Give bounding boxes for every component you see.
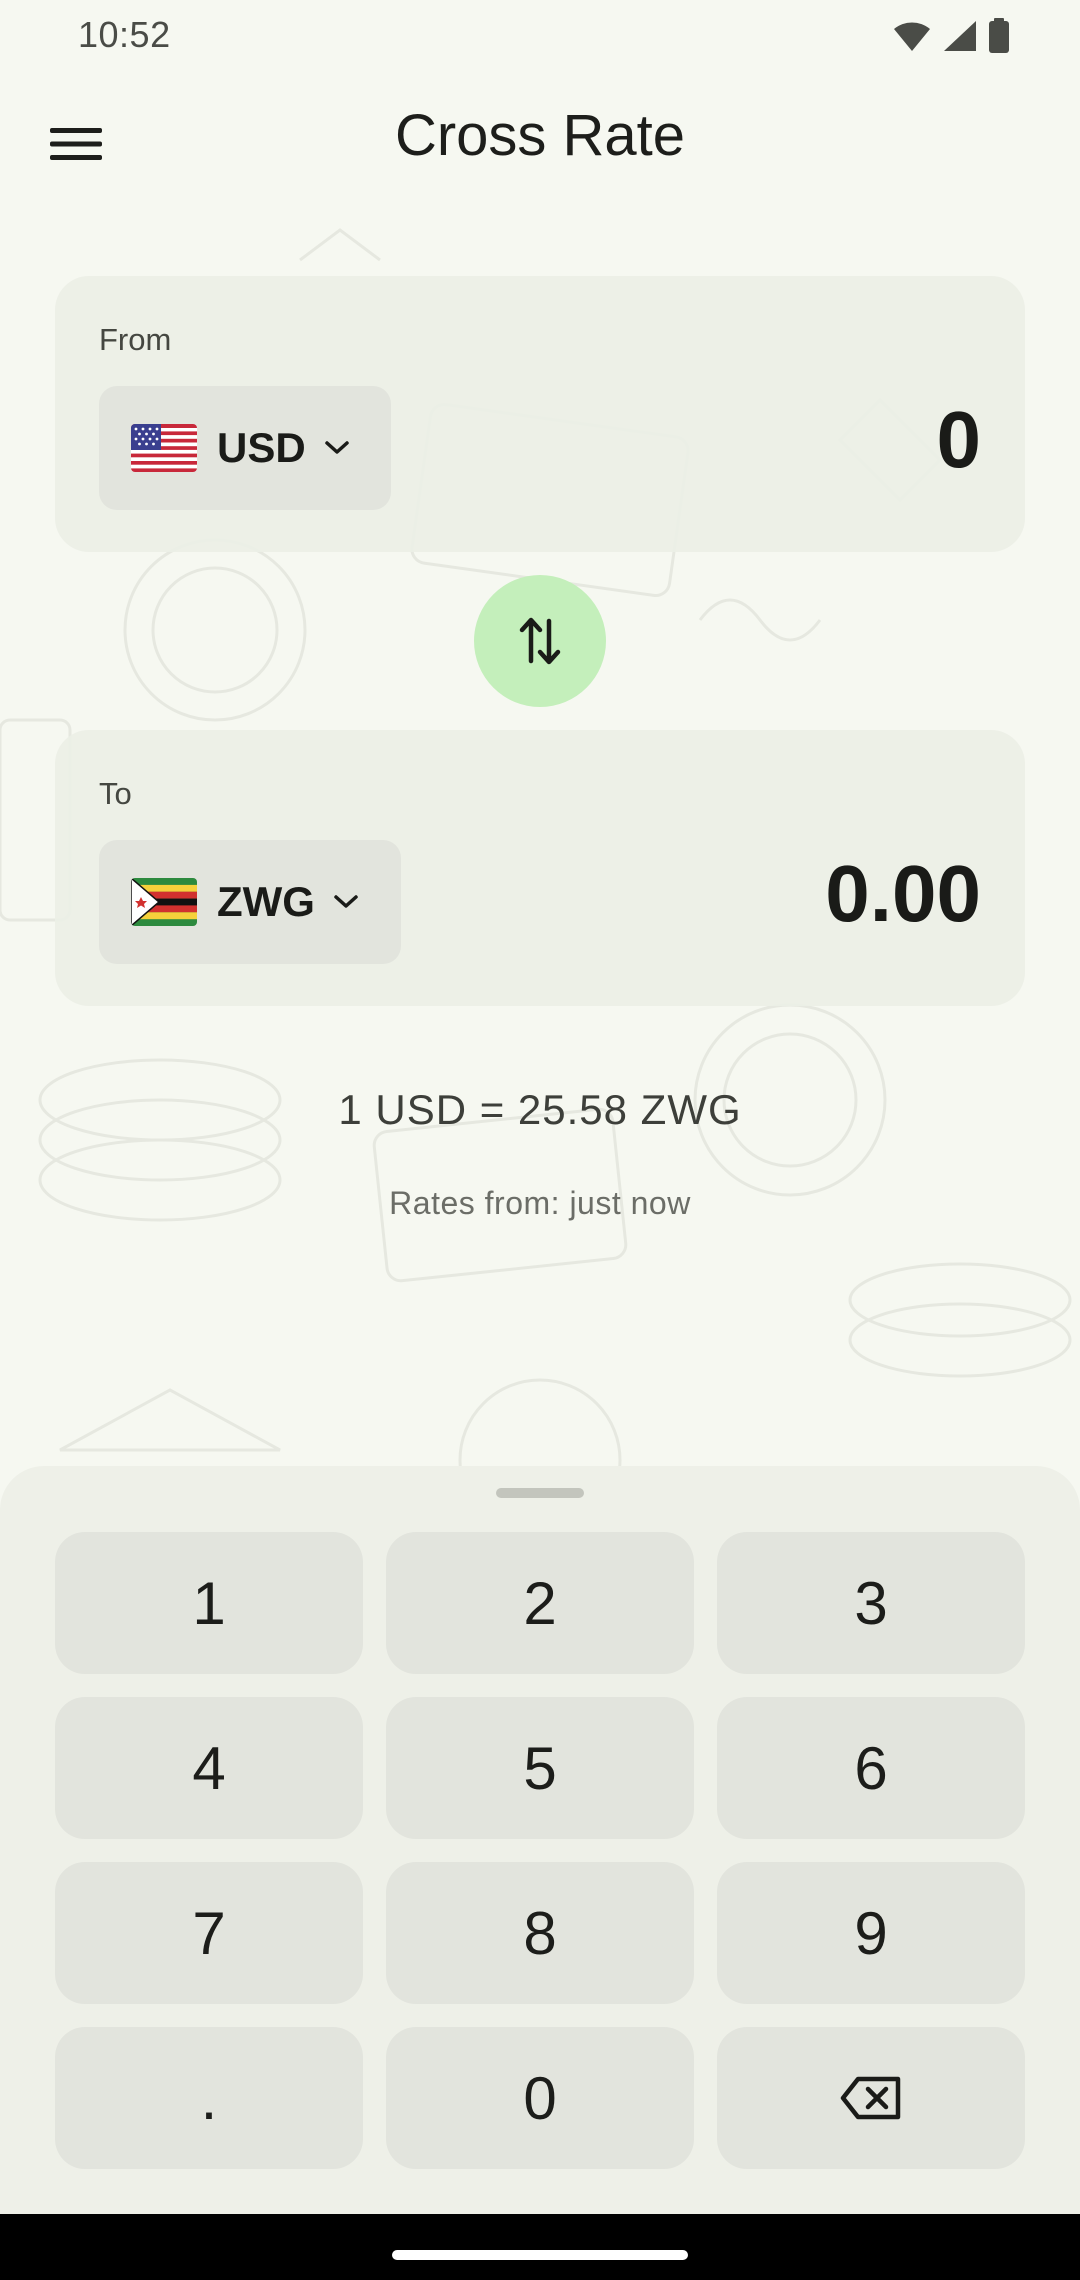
status-icons — [892, 16, 1010, 56]
home-gesture-handle[interactable] — [392, 2250, 688, 2260]
exchange-rate: 1 USD = 25.58 ZWG — [338, 1086, 742, 1133]
from-card: From USD 0 — [55, 276, 1025, 552]
sheet-drag-handle[interactable] — [496, 1488, 584, 1498]
key-3[interactable]: 3 — [717, 1532, 1025, 1674]
us-flag-icon — [131, 424, 197, 472]
key-0[interactable]: 0 — [386, 2027, 694, 2169]
key-6[interactable]: 6 — [717, 1697, 1025, 1839]
wifi-icon — [894, 22, 930, 51]
battery-icon — [989, 18, 1009, 53]
to-currency-selector[interactable]: ZWG — [99, 840, 401, 964]
chevron-down-icon — [334, 895, 358, 908]
key-decimal[interactable]: . — [55, 2027, 363, 2169]
backspace-icon — [840, 2076, 901, 2120]
keypad-sheet: 1 2 3 4 5 6 7 8 9 . 0 — [0, 1466, 1080, 2214]
key-5[interactable]: 5 — [386, 1697, 694, 1839]
to-currency-code: ZWG — [217, 878, 315, 925]
swap-vertical-icon — [519, 617, 561, 665]
key-8[interactable]: 8 — [386, 1862, 694, 2004]
to-card: To ZWG 0.00 — [55, 730, 1025, 1006]
app-bar: Cross Rate — [0, 72, 1080, 212]
from-amount[interactable]: 0 — [937, 394, 982, 486]
page-title: Cross Rate — [394, 103, 686, 168]
backspace-button[interactable] — [717, 2027, 1025, 2169]
key-2[interactable]: 2 — [386, 1532, 694, 1674]
zimbabwe-flag-icon — [131, 878, 197, 926]
status-time: 10:52 — [78, 14, 171, 55]
swap-button[interactable] — [474, 575, 606, 707]
status-bar: 10:52 — [0, 0, 1080, 72]
key-7[interactable]: 7 — [55, 1862, 363, 2004]
key-4[interactable]: 4 — [55, 1697, 363, 1839]
key-1[interactable]: 1 — [55, 1532, 363, 1674]
key-9[interactable]: 9 — [717, 1862, 1025, 2004]
chevron-down-icon — [324, 441, 349, 454]
system-navigation-bar — [0, 2214, 1080, 2280]
from-currency-code: USD — [217, 424, 306, 471]
cellular-signal-icon — [944, 21, 976, 51]
from-currency-selector[interactable]: USD — [99, 386, 391, 510]
from-label: From — [99, 322, 172, 357]
to-amount: 0.00 — [825, 849, 981, 938]
rate-updated-text: Rates from: just now — [389, 1185, 691, 1221]
to-label: To — [99, 776, 132, 811]
